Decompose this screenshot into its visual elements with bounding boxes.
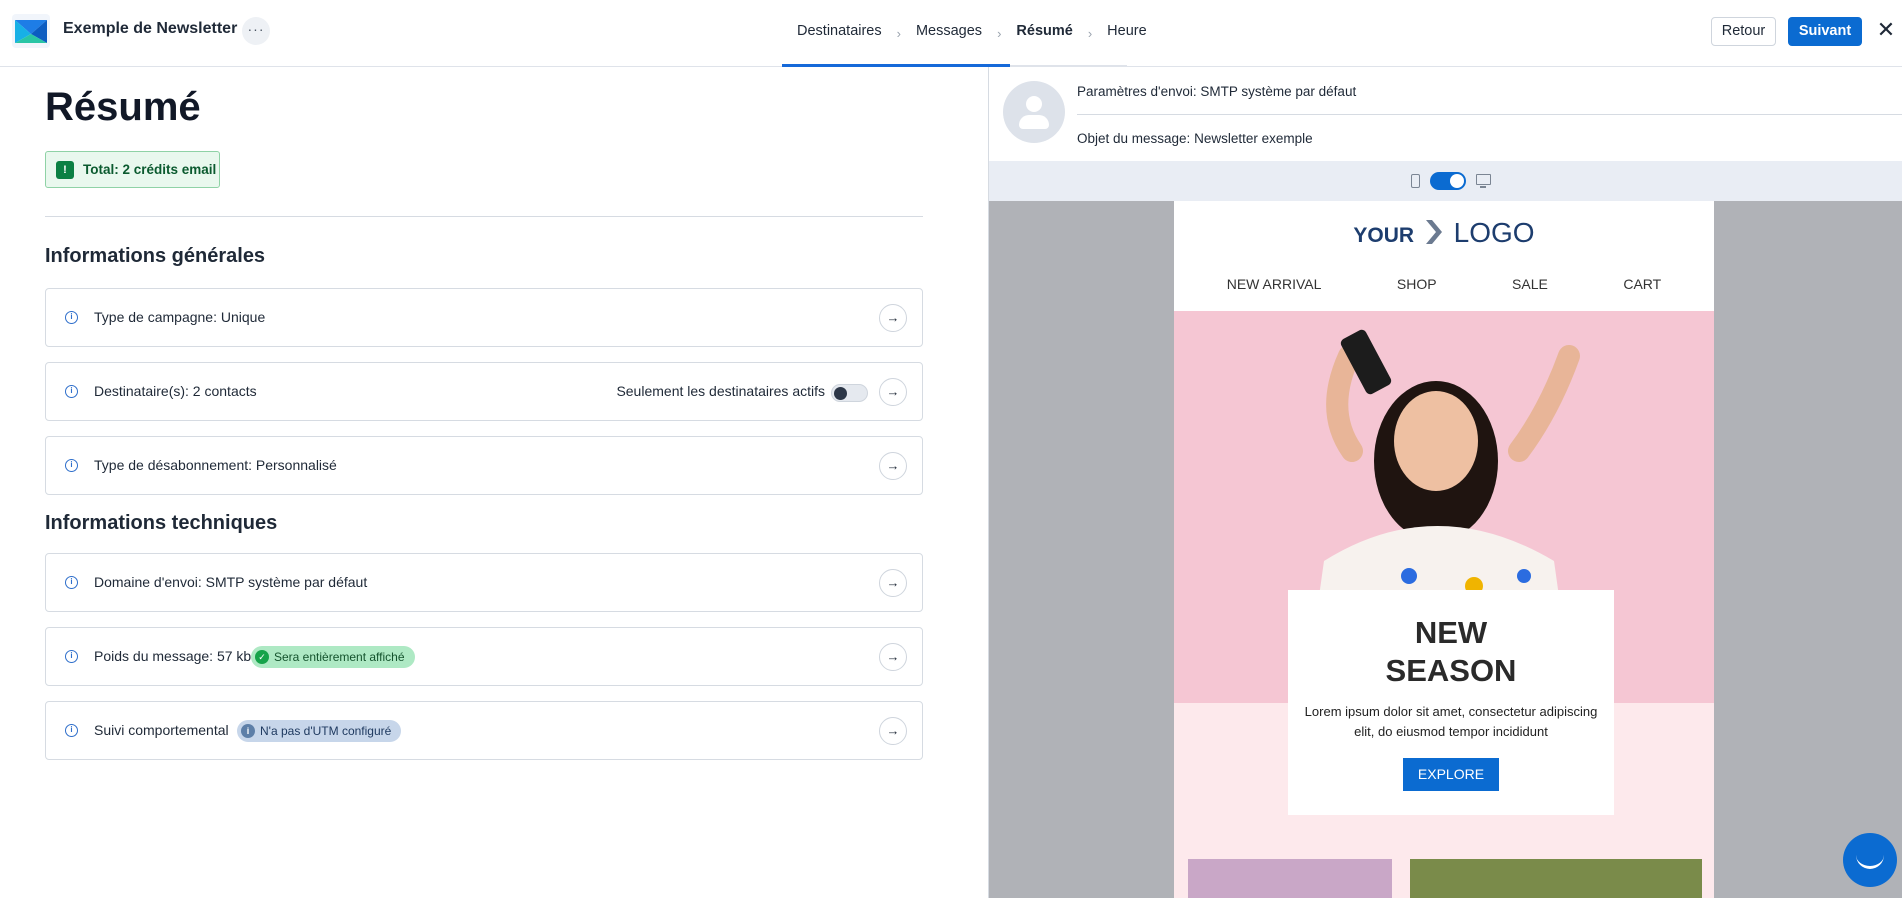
credits-total-label: Total: 2 crédits email <box>83 162 217 177</box>
logo-your-text: YOUR <box>1353 224 1415 247</box>
hero-title: NEW SEASON <box>1288 614 1614 690</box>
product-thumbnail <box>1410 859 1702 898</box>
email-nav-new-arrival[interactable]: NEW ARRIVAL <box>1227 276 1322 292</box>
device-toggle[interactable] <box>1430 172 1466 190</box>
email-nav: NEW ARRIVAL SHOP SALE CART <box>1174 276 1714 292</box>
row-sending-domain[interactable]: i Domaine d'envoi: SMTP système par défa… <box>45 553 923 612</box>
sender-avatar <box>1003 81 1065 143</box>
row-message-weight[interactable]: i Poids du message: 57 kb ✓ Sera entière… <box>45 627 923 686</box>
sending-domain-label: Domaine d'envoi: SMTP système par défaut <box>94 574 368 590</box>
row-recipients[interactable]: i Destinataire(s): 2 contacts Seulement … <box>45 362 923 421</box>
more-options-button[interactable]: ··· <box>242 17 270 45</box>
email-logo: YOUR LOGO <box>1174 217 1714 249</box>
hero-title-line-2: SEASON <box>1385 653 1517 688</box>
page-title: Résumé <box>45 85 201 129</box>
info-icon: i <box>65 724 78 737</box>
divider <box>1077 114 1902 115</box>
product-thumbnail <box>1188 859 1392 898</box>
arrow-right-icon[interactable]: → <box>879 452 907 480</box>
hero-title-line-1: NEW <box>1414 615 1488 650</box>
email-nav-cart[interactable]: CART <box>1623 276 1661 292</box>
close-icon[interactable]: ✕ <box>1875 18 1897 42</box>
avatar-head <box>1026 96 1042 112</box>
email-nav-sale[interactable]: SALE <box>1512 276 1548 292</box>
fully-displayed-text: Sera entièrement affiché <box>274 650 405 664</box>
explore-button[interactable]: EXPLORE <box>1403 758 1499 791</box>
info-icon: i <box>65 459 78 472</box>
fully-displayed-badge: ✓ Sera entièrement affiché <box>251 646 415 668</box>
row-campaign-type[interactable]: i Type de campagne: Unique → <box>45 288 923 347</box>
chat-support-button[interactable] <box>1843 833 1897 887</box>
technical-info-heading: Informations techniques <box>45 512 278 534</box>
step-recipients[interactable]: Destinataires <box>782 0 897 67</box>
preview-device-bar <box>989 161 1902 201</box>
arrow-right-icon[interactable]: → <box>879 304 907 332</box>
general-info-heading: Informations générales <box>45 245 266 267</box>
step-time[interactable]: Heure <box>1092 0 1162 67</box>
message-weight-label: Poids du message: 57 kb <box>94 648 252 664</box>
check-icon: ✓ <box>255 650 269 664</box>
behavior-tracking-label: Suivi comportemental <box>94 722 229 738</box>
next-button[interactable]: Suivant <box>1788 17 1862 46</box>
mobile-icon[interactable] <box>1411 174 1420 188</box>
toggle-knob <box>834 386 847 400</box>
arrow-right-icon[interactable]: → <box>879 569 907 597</box>
unsubscribe-type-label: Type de désabonnement: Personnalisé <box>94 457 337 473</box>
back-button[interactable]: Retour <box>1711 17 1776 46</box>
email-preview-panel: Paramètres d'envoi: SMTP système par déf… <box>988 67 1902 898</box>
newsletter-logo-icon <box>12 14 50 48</box>
chat-smile-icon <box>1856 853 1884 869</box>
divider <box>45 216 923 217</box>
logo-logo-text: LOGO <box>1453 217 1535 248</box>
arrow-right-icon[interactable]: → <box>879 643 907 671</box>
info-icon: i <box>65 385 78 398</box>
avatar-body <box>1019 115 1049 129</box>
info-icon: i <box>65 650 78 663</box>
credits-info-icon: ! <box>56 160 74 179</box>
campaign-title: Exemple de Newsletter <box>63 20 238 37</box>
info-icon: i <box>65 576 78 589</box>
step-summary[interactable]: Résumé <box>1001 0 1089 68</box>
top-bar: Exemple de Newsletter ··· Destinataires … <box>0 0 1902 68</box>
logo-chevron-icon <box>1425 220 1442 244</box>
info-icon: i <box>65 311 78 324</box>
campaign-type-label: Type de campagne: Unique <box>94 309 266 325</box>
step-progress-fill <box>782 64 1010 67</box>
send-settings-label: Paramètres d'envoi: SMTP système par déf… <box>1077 84 1357 99</box>
desktop-icon[interactable] <box>1476 174 1491 188</box>
info-icon: i <box>241 724 255 738</box>
no-utm-text: N'a pas d'UTM configuré <box>260 724 392 738</box>
hero-card: NEW SEASON Lorem ipsum dolor sit amet, c… <box>1288 590 1614 815</box>
arrow-right-icon[interactable]: → <box>879 378 907 406</box>
toggle-knob <box>1450 174 1464 188</box>
step-breadcrumb: Destinataires › Messages › Résumé › Heur… <box>782 0 1162 68</box>
row-unsubscribe-type[interactable]: i Type de désabonnement: Personnalisé → <box>45 436 923 495</box>
hero-text: Lorem ipsum dolor sit amet, consectetur … <box>1304 704 1598 739</box>
email-preview: YOUR LOGO NEW ARRIVAL SHOP SALE CART NEW… <box>1174 201 1714 898</box>
recipients-label: Destinataire(s): 2 contacts <box>94 383 257 399</box>
active-recipients-label: Seulement les destinataires actifs <box>616 383 825 399</box>
step-messages[interactable]: Messages <box>901 0 997 67</box>
active-recipients-toggle[interactable] <box>831 384 868 402</box>
row-behavior-tracking[interactable]: i Suivi comportemental i N'a pas d'UTM c… <box>45 701 923 760</box>
no-utm-badge: i N'a pas d'UTM configuré <box>237 720 402 742</box>
credits-total-badge: ! Total: 2 crédits email <box>45 151 220 188</box>
email-nav-shop[interactable]: SHOP <box>1397 276 1437 292</box>
arrow-right-icon[interactable]: → <box>879 717 907 745</box>
message-subject-label: Objet du message: Newsletter exemple <box>1077 131 1313 146</box>
